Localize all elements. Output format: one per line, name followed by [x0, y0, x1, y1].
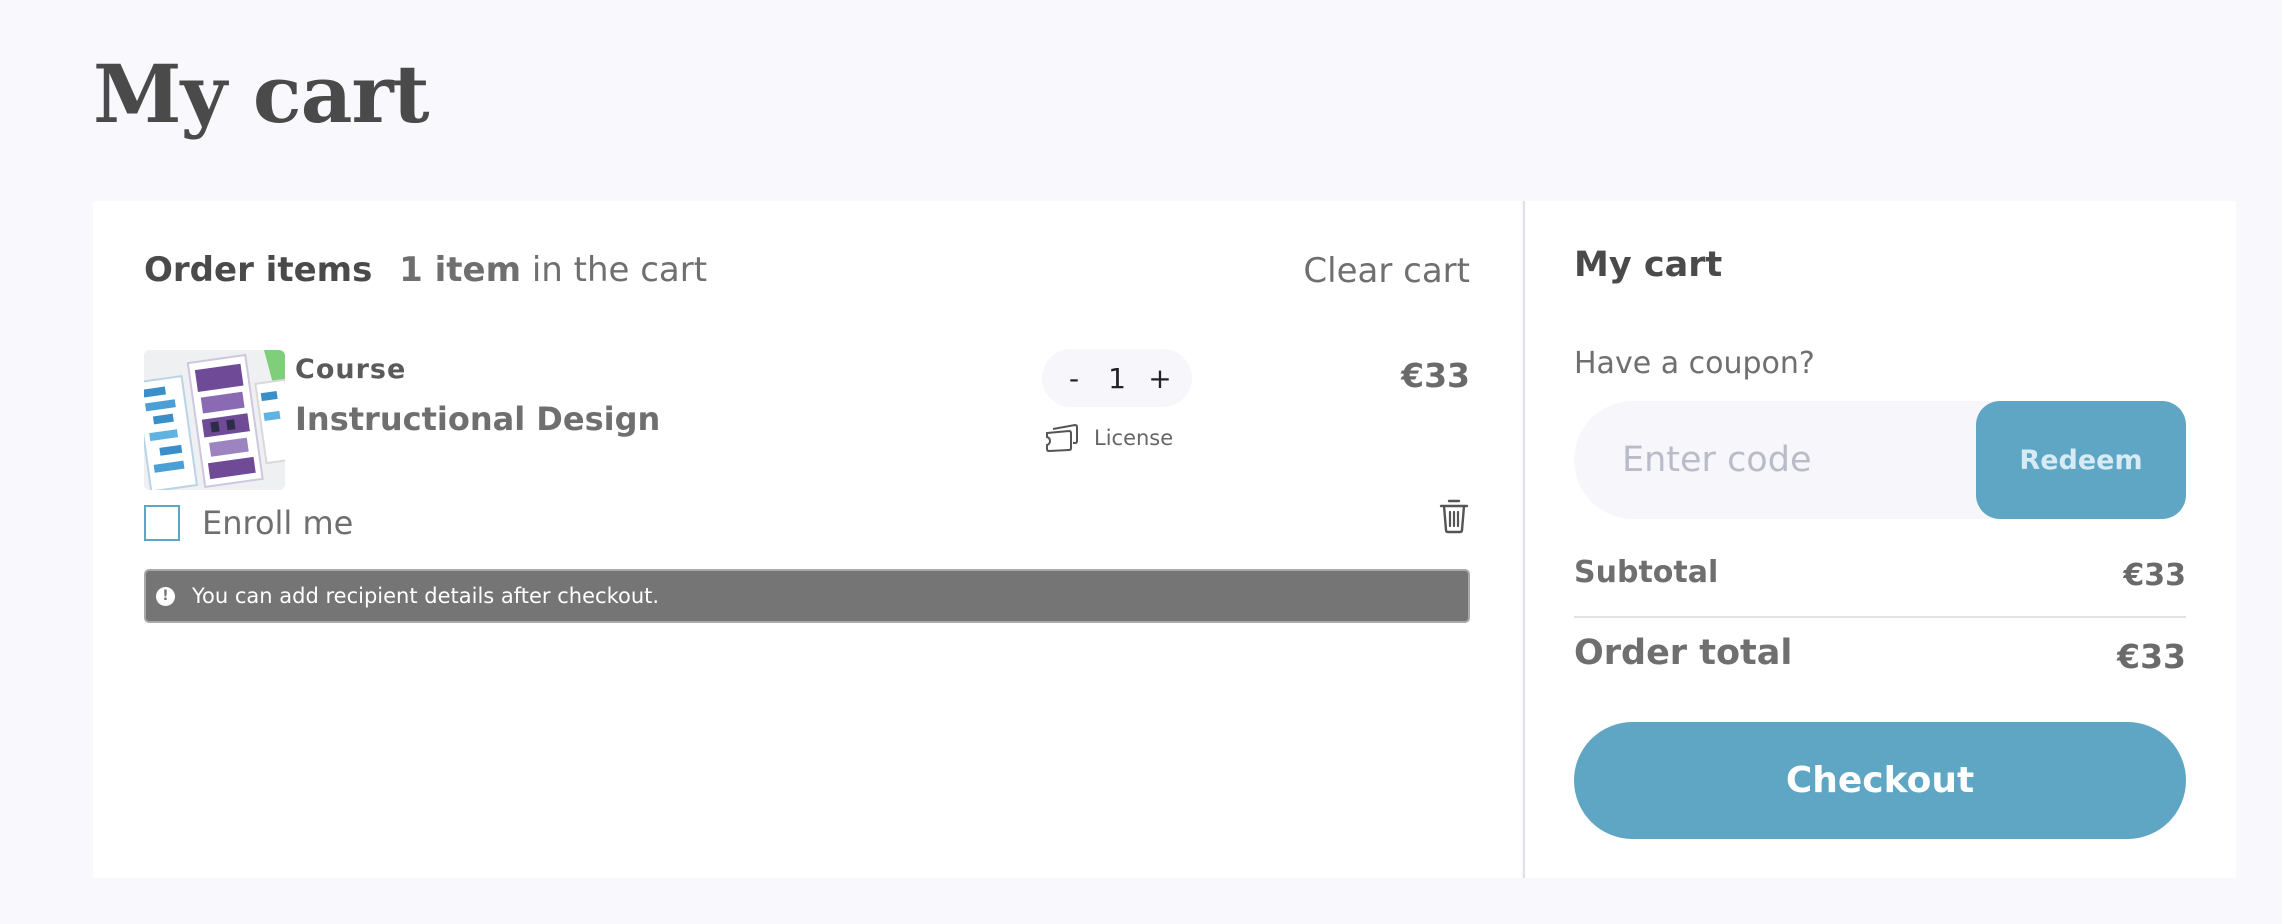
summary-title: My cart	[1574, 245, 1723, 285]
license-type: License	[1044, 423, 1173, 453]
course-thumbnail	[144, 350, 285, 490]
remove-item-button[interactable]	[1438, 498, 1470, 538]
enroll-label[interactable]: Enroll me	[202, 504, 353, 542]
notice-text: You can add recipient details after chec…	[192, 584, 660, 608]
coupon-label: Have a coupon?	[1574, 346, 1815, 381]
coupon-form: Redeem	[1574, 401, 2186, 519]
order-items-title: Order items	[144, 250, 373, 290]
redeem-button[interactable]: Redeem	[1976, 401, 2186, 519]
trash-icon	[1439, 499, 1469, 534]
order-total-label: Order total	[1574, 633, 1793, 673]
recipient-notice: ! You can add recipient details after ch…	[144, 569, 1470, 623]
license-ticket-icon	[1046, 423, 1078, 453]
order-items-panel: Order items 1 item in the cart Clear car…	[93, 201, 1521, 878]
increment-button[interactable]: +	[1146, 362, 1174, 395]
order-summary-panel: My cart Have a coupon? Redeem Subtotal €…	[1523, 201, 2236, 878]
license-label: License	[1094, 426, 1174, 450]
page-title: My cart	[93, 47, 430, 141]
enroll-option: Enroll me	[144, 504, 353, 542]
enroll-checkbox[interactable]	[144, 505, 180, 541]
quantity-stepper: - 1 +	[1042, 349, 1192, 407]
item-price: €33	[1401, 356, 1470, 395]
order-items-header: Order items 1 item in the cart	[144, 248, 707, 292]
item-count-suffix: in the cart	[531, 250, 708, 290]
item-count: 1 item	[399, 250, 522, 290]
info-icon: !	[156, 586, 175, 606]
quantity-value: 1	[1108, 361, 1126, 395]
clear-cart-link[interactable]: Clear cart	[1303, 249, 1470, 293]
item-type-label: Course	[295, 354, 407, 385]
checkout-button[interactable]: Checkout	[1574, 722, 2186, 839]
course-thumbnail-image	[144, 350, 285, 490]
item-name[interactable]: Instructional Design	[295, 400, 660, 438]
decrement-button[interactable]: -	[1060, 362, 1088, 395]
subtotal-label: Subtotal	[1574, 555, 1719, 590]
subtotal-value: €33	[2123, 558, 2186, 593]
order-total-value: €33	[2117, 637, 2186, 676]
summary-divider	[1574, 616, 2186, 618]
